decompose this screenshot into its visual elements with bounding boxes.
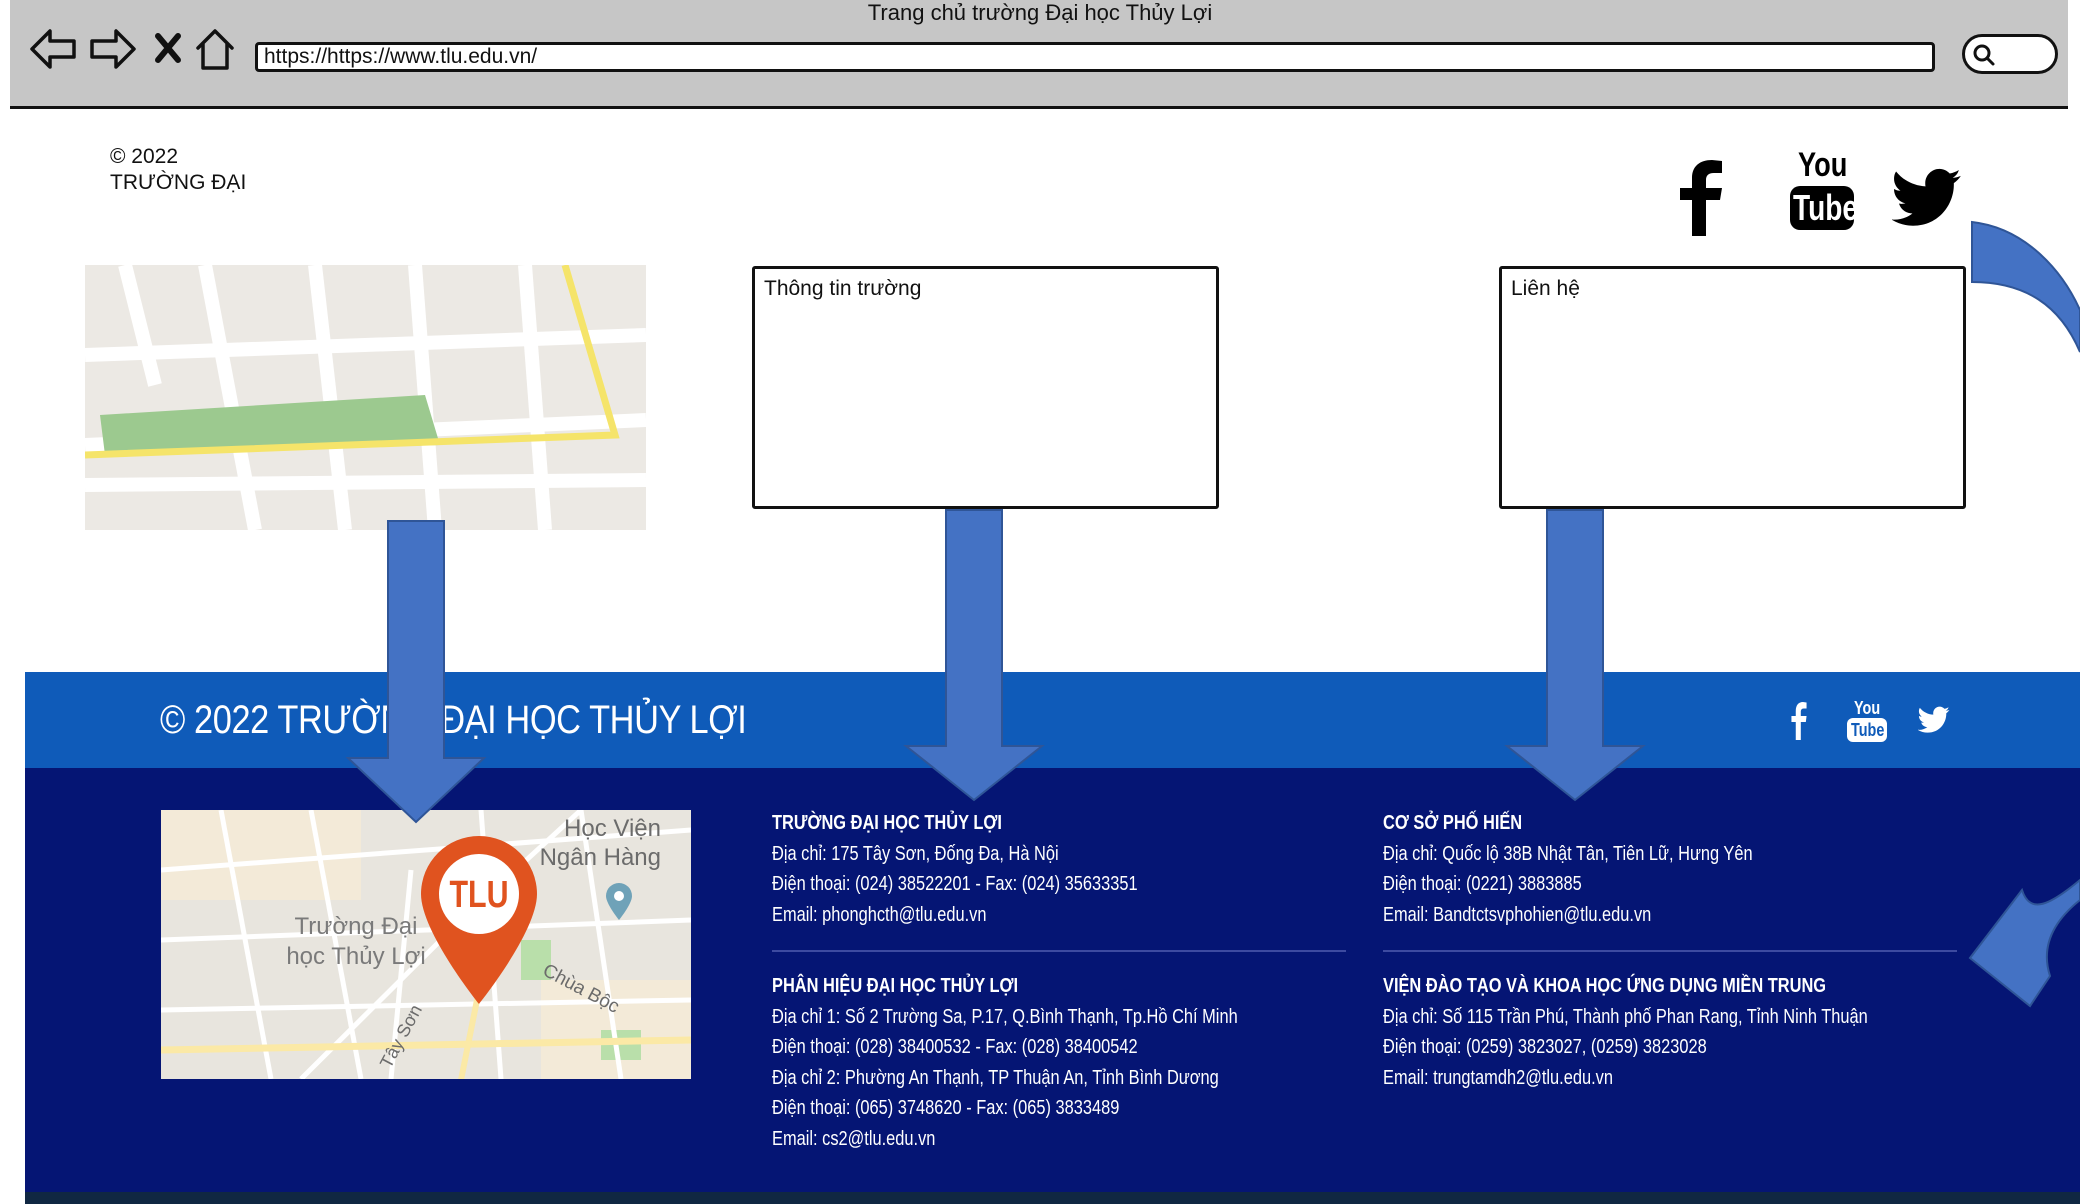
footer-address: Địa chỉ: 175 Tây Sơn, Đống Đa, Hà Nội — [772, 842, 1059, 865]
wireframe-map-placeholder — [85, 265, 646, 530]
close-icon[interactable] — [152, 30, 184, 66]
facebook-icon[interactable] — [1676, 160, 1726, 236]
wireframe-contact-label: Liên hệ — [1511, 277, 1580, 300]
footer-email[interactable]: Email: trungtamdh2@tlu.edu.vn — [1383, 1063, 1868, 1094]
window-title: Trang chủ trường Đại học Thủy Lợi — [867, 0, 1213, 25]
youtube-tube-badge: Tube — [1790, 186, 1858, 230]
footer-map[interactable]: Học Viện Ngân Hàng Trường Đại học Thủy L… — [161, 810, 691, 1079]
footer-heading: CƠ SỞ PHỐ HIẾN — [1383, 812, 1523, 834]
footer-heading: PHÂN HIỆU ĐẠI HỌC THỦY LỢI — [772, 975, 1019, 997]
footer-youtube-tube-text: Tube — [1851, 720, 1885, 740]
twitter-icon[interactable] — [1892, 168, 1962, 228]
footer-facebook-icon[interactable] — [1790, 702, 1808, 740]
footer-address-block-branch: PHÂN HIỆU ĐẠI HỌC THỦY LỢI Địa chỉ 1: Số… — [772, 971, 1238, 1154]
footer-divider — [1383, 950, 1957, 952]
map-label-bank-line1: Học Viện — [564, 815, 661, 842]
search-button[interactable] — [1962, 34, 2058, 74]
arrow-curved-right — [1971, 220, 2080, 353]
footer-divider — [772, 950, 1346, 952]
footer-phone: Điện thoại: (065) 3748620 - Fax: (065) 3… — [772, 1097, 1120, 1119]
wireframe-school-info-box: Thông tin trường — [752, 266, 1219, 509]
footer-heading: TRƯỜNG ĐẠI HỌC THỦY LỢI — [772, 812, 1002, 834]
wireframe-copyright: © 2022 TRƯỜNG ĐẠI — [110, 144, 246, 196]
footer-phone: Điện thoại: (028) 38400532 - Fax: (028) … — [772, 1036, 1138, 1058]
footer-address-block-main: TRƯỜNG ĐẠI HỌC THỦY LỢI Địa chỉ: 175 Tây… — [772, 808, 1138, 930]
footer-email[interactable]: Email: cs2@tlu.edu.vn — [772, 1124, 1238, 1155]
footer-phone: Điện thoại: (0259) 3823027, (0259) 38230… — [1383, 1036, 1707, 1058]
footer-email[interactable]: Email: Bandtctsvphohien@tlu.edu.vn — [1383, 900, 1753, 931]
footer-twitter-icon[interactable] — [1918, 706, 1950, 734]
search-icon — [1973, 44, 1995, 66]
map-label-bank: Học Viện Ngân Hàng — [531, 814, 691, 872]
footer-address: Địa chỉ 2: Phường An Thạnh, TP Thuận An,… — [772, 1066, 1219, 1089]
footer-youtube-you-text: You — [1854, 698, 1881, 718]
wireframe-copyright-line1: © 2022 — [110, 145, 179, 168]
youtube-icon[interactable]: You Tube — [1790, 146, 1858, 230]
footer-phone: Điện thoại: (0221) 3883885 — [1383, 873, 1582, 895]
footer-youtube-tube-badge: Tube — [1847, 718, 1887, 742]
map-label-bank-line2: Ngân Hàng — [539, 844, 661, 871]
forward-arrow-icon[interactable] — [88, 26, 138, 72]
footer-heading: VIỆN ĐÀO TẠO VÀ KHOA HỌC ỨNG DỤNG MIỀN T… — [1383, 975, 1827, 997]
footer-address: Địa chỉ: Số 115 Trần Phú, Thành phố Phan… — [1383, 1005, 1868, 1028]
back-arrow-icon[interactable] — [28, 26, 78, 72]
footer-address-block-central: VIỆN ĐÀO TẠO VÀ KHOA HỌC ỨNG DỤNG MIỀN T… — [1383, 971, 1868, 1093]
footer-phone: Điện thoại: (024) 38522201 - Fax: (024) … — [772, 873, 1138, 895]
footer-bottom-strip — [25, 1192, 2080, 1204]
footer-copyright: © 2022 TRƯỜNG ĐẠI HỌC THỦY LỢI — [160, 698, 747, 742]
wireframe-contact-box: Liên hệ — [1499, 266, 1966, 509]
wireframe-school-info-label: Thông tin trường — [764, 277, 922, 300]
address-bar[interactable]: https://https://www.tlu.edu.vn/ — [255, 42, 1935, 72]
footer-youtube-icon[interactable]: You Tube — [1847, 698, 1887, 744]
youtube-tube-text: Tube — [1793, 187, 1858, 228]
youtube-you-text: You — [1798, 146, 1848, 184]
footer-address: Địa chỉ: Quốc lộ 38B Nhật Tân, Tiên Lữ, … — [1383, 842, 1753, 865]
footer-address: Địa chỉ 1: Số 2 Trường Sa, P.17, Q.Bình … — [772, 1005, 1238, 1028]
poi-marker-icon — [606, 883, 632, 920]
wireframe-copyright-line2: TRƯỜNG ĐẠI — [110, 171, 247, 194]
map-pin-label: TLU — [449, 874, 509, 916]
footer-address-block-phohien: CƠ SỞ PHỐ HIẾN Địa chỉ: Quốc lộ 38B Nhật… — [1383, 808, 1753, 930]
map-pin-icon — [421, 836, 537, 1004]
footer-email[interactable]: Email: phonghcth@tlu.edu.vn — [772, 900, 1138, 931]
home-icon[interactable] — [194, 26, 236, 72]
